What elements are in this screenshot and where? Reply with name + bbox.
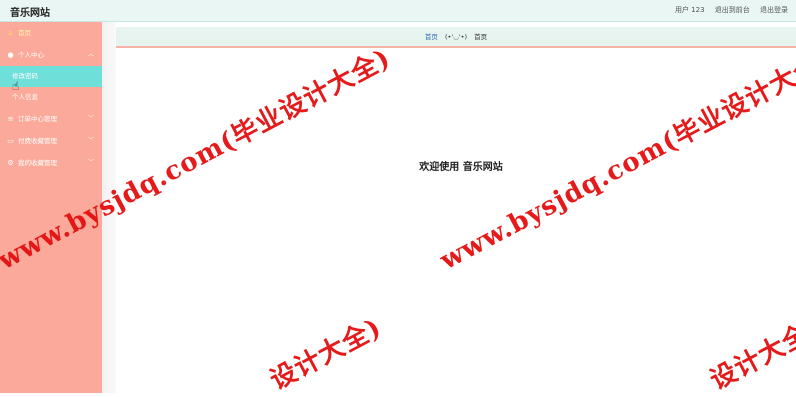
front-link[interactable]: 退出到前台 xyxy=(715,6,750,14)
hand-cursor-icon: ☝ xyxy=(12,79,20,93)
content-divider xyxy=(102,22,116,393)
breadcrumb-separator: (•'◡'•) xyxy=(445,33,467,41)
sidebar-item-label: 订单中心管理 xyxy=(18,115,57,123)
chevron-up-icon: ︿ xyxy=(87,51,94,58)
sidebar: ⌂ 首页 ● 个人中心 ︿ 修改密码 个人信息 ≡ 订单中心管理 ﹀ ▭ 付费收… xyxy=(0,22,102,393)
sidebar-item-label: 个人中心 xyxy=(18,51,44,59)
top-actions: 用户 123 退出到前台 退出登录 xyxy=(675,5,796,15)
chevron-down-icon: ﹀ xyxy=(87,115,94,122)
watermark: 设计大全) xyxy=(705,312,796,397)
sidebar-item-label: 个人信息 xyxy=(12,93,38,101)
sidebar-item-my-collection[interactable]: ⚙ 我的收藏管理 ﹀ xyxy=(0,152,102,174)
user-label: 用户 123 xyxy=(674,6,705,14)
top-bar: 音乐网站 用户 123 退出到前台 退出登录 xyxy=(0,0,796,22)
sidebar-item-label: 首页 xyxy=(18,29,31,37)
chevron-down-icon: ﹀ xyxy=(87,137,94,144)
sidebar-item-order-mgmt[interactable]: ≡ 订单中心管理 ﹀ xyxy=(0,108,102,130)
sidebar-item-label: 付费收藏管理 xyxy=(18,137,57,145)
user-icon: ● xyxy=(7,51,14,59)
folder-icon: ▭ xyxy=(7,137,14,145)
gear-icon: ⚙ xyxy=(7,159,14,167)
logout-link[interactable]: 退出登录 xyxy=(760,6,788,14)
chevron-down-icon: ﹀ xyxy=(87,159,94,166)
app-title: 音乐网站 xyxy=(10,8,50,19)
breadcrumb: 首页 (•'◡'•) 首页 xyxy=(116,27,796,48)
sidebar-item-personal-center[interactable]: ● 个人中心 ︿ xyxy=(0,44,102,66)
sidebar-item-home[interactable]: ⌂ 首页 xyxy=(0,22,102,44)
breadcrumb-current: 首页 xyxy=(474,33,488,41)
sidebar-item-label: 我的收藏管理 xyxy=(18,159,57,167)
home-icon: ⌂ xyxy=(8,29,13,37)
breadcrumb-home-link[interactable]: 首页 xyxy=(425,33,438,41)
watermark: 设计大全) xyxy=(265,312,387,397)
menu-icon: ≡ xyxy=(7,115,14,123)
welcome-text: 欢迎使用 音乐网站 xyxy=(419,162,503,173)
sidebar-item-collection-mgmt[interactable]: ▭ 付费收藏管理 ﹀ xyxy=(0,130,102,152)
